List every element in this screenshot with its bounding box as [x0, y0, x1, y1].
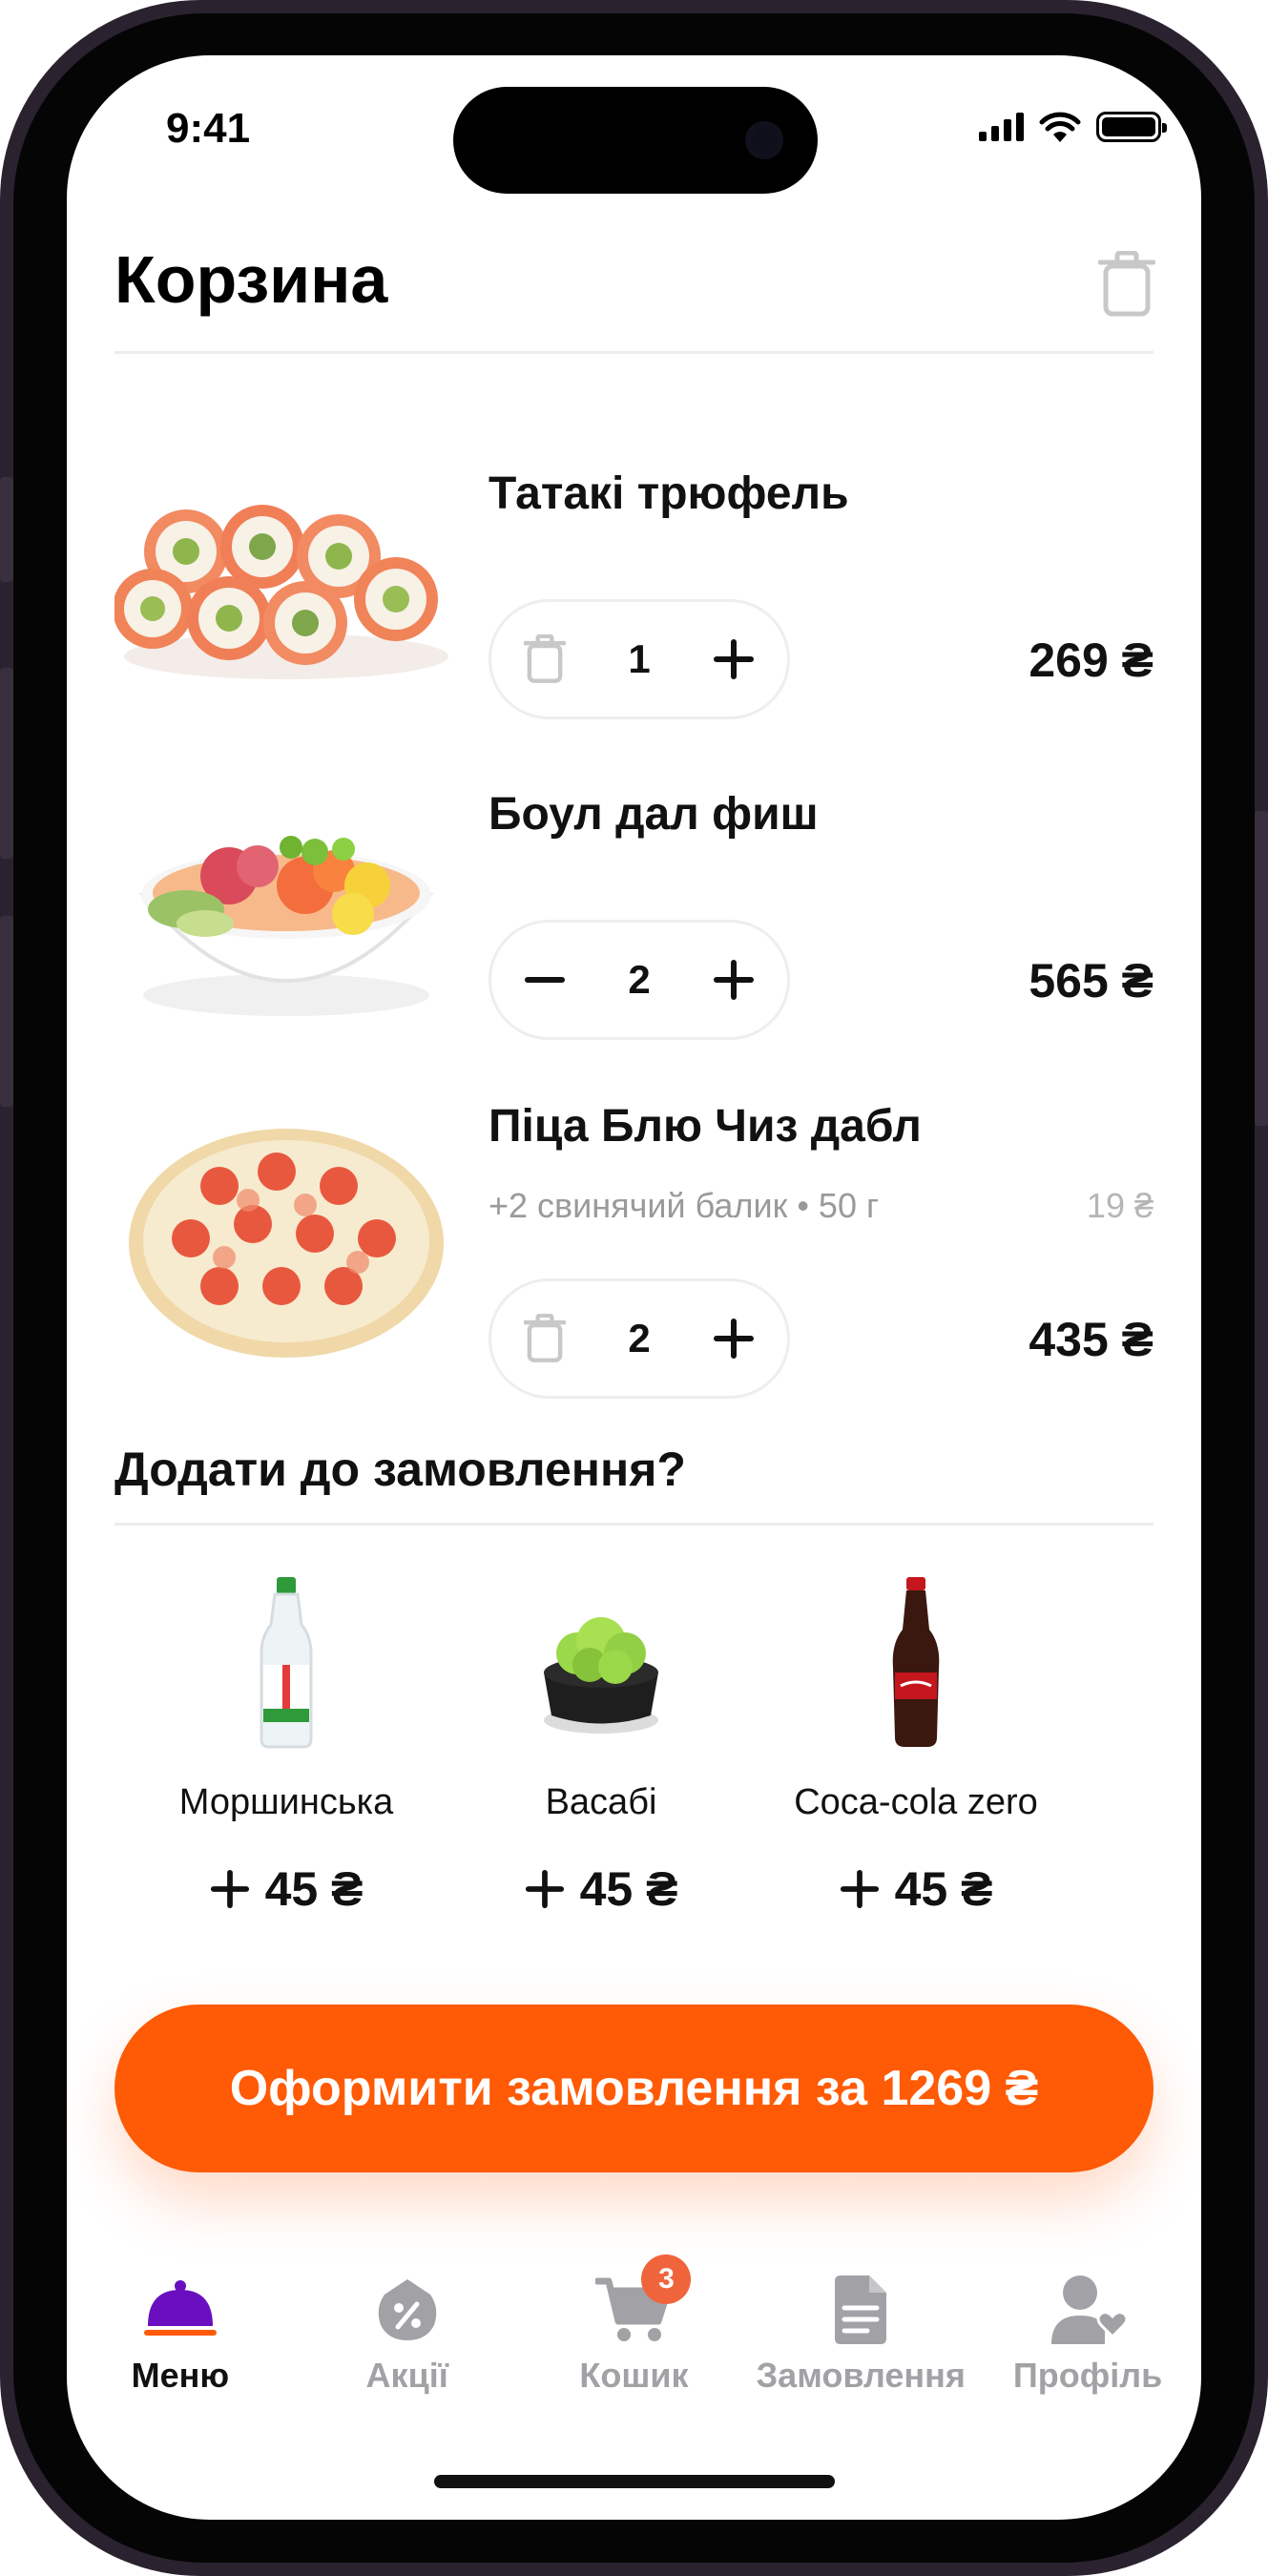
quantity-value: 1 [628, 636, 651, 681]
quantity-value: 2 [628, 957, 651, 1002]
add-addon-button[interactable]: 45 ₴ [153, 1861, 420, 1917]
decrease-quantity-button[interactable] [516, 951, 573, 1008]
item-name: Боул дал фиш [488, 789, 819, 840]
screen: 9:41 Корзина Татакі трюфель 1 269 ₴ Боул… [67, 55, 1201, 2520]
item-name: Татакі трюфель [488, 468, 849, 519]
cola-bottle-image [892, 1577, 940, 1747]
cloche-icon [142, 2272, 218, 2348]
plus-icon [713, 960, 754, 1000]
tab-menu[interactable]: Меню [71, 2254, 290, 2426]
trash-icon [524, 1314, 566, 1362]
tab-cart[interactable]: 3 Кошик [524, 2254, 743, 2426]
addons-divider [114, 1523, 1154, 1526]
pizza-image [129, 1129, 444, 1358]
plus-icon [713, 1319, 754, 1359]
wasabi-image [544, 1617, 658, 1734]
tab-label: Профіль [1012, 2356, 1163, 2395]
addon-price: 45 ₴ [579, 1862, 678, 1916]
tab-label: Акції [365, 2356, 448, 2395]
add-addon-button[interactable]: 45 ₴ [468, 1861, 735, 1917]
profile-icon [1050, 2272, 1127, 2348]
discount-icon [369, 2272, 446, 2348]
plus-icon [210, 1869, 249, 1909]
dynamic-island [453, 87, 818, 194]
status-time: 9:41 [166, 105, 251, 152]
trash-icon [524, 634, 566, 683]
signal-icon [979, 113, 1024, 141]
cart-icon: 3 [595, 2254, 692, 2348]
home-indicator [434, 2475, 835, 2488]
tab-label: Замовлення [756, 2356, 966, 2395]
water-bottle-image [260, 1577, 313, 1749]
quantity-stepper: 2 [488, 1278, 790, 1399]
camera-icon [745, 121, 783, 159]
tab-promotions[interactable]: Акції [298, 2254, 517, 2426]
item-price: 565 ₴ [1029, 954, 1154, 1008]
mute-switch [0, 477, 13, 582]
tab-label: Меню [131, 2356, 230, 2395]
wifi-icon [1039, 112, 1081, 142]
addon-item[interactable]: Coca-cola zero 45 ₴ [782, 1577, 1050, 1917]
bowl-image [138, 836, 434, 1016]
addon-name: Coca-cola zero [794, 1782, 1038, 1822]
quantity-stepper: 1 [488, 599, 790, 719]
minus-icon [525, 977, 565, 983]
quantity-stepper: 2 [488, 920, 790, 1040]
increase-quantity-button[interactable] [705, 951, 762, 1008]
remove-item-button[interactable] [516, 631, 573, 688]
checkout-button[interactable]: Оформити замовлення за 1269 ₴ [114, 2005, 1154, 2172]
tab-orders[interactable]: Замовлення [751, 2254, 970, 2426]
power-button [1255, 811, 1268, 1126]
tab-bar: Меню Акції 3 Кошик Замовлення Профіль [67, 2254, 1201, 2426]
status-icons [979, 111, 1167, 143]
roll-image [114, 505, 448, 679]
plus-icon [713, 639, 754, 679]
page-title: Корзина [114, 242, 388, 317]
increase-quantity-button[interactable] [705, 631, 762, 688]
add-addon-button[interactable]: 45 ₴ [782, 1861, 1050, 1917]
battery-icon [1096, 112, 1167, 142]
header-divider [114, 351, 1154, 354]
addons-title: Додати до замовлення? [114, 1443, 686, 1496]
item-price: 435 ₴ [1029, 1313, 1154, 1366]
volume-up-button [0, 668, 13, 859]
addon-name: Васабі [545, 1782, 657, 1822]
item-modifier: +2 свинячий балик • 50 г [488, 1186, 880, 1225]
remove-item-button[interactable] [516, 1310, 573, 1367]
addon-price: 45 ₴ [264, 1862, 364, 1916]
orders-icon [822, 2272, 899, 2348]
item-price: 269 ₴ [1029, 634, 1154, 687]
clear-cart-trash-icon[interactable] [1098, 251, 1155, 318]
tab-label: Кошик [579, 2356, 689, 2395]
increase-quantity-button[interactable] [705, 1310, 762, 1367]
addon-price: 45 ₴ [894, 1862, 993, 1916]
addon-item[interactable]: Васабі 45 ₴ [468, 1577, 735, 1917]
item-modifier-price: 19 ₴ [1086, 1186, 1154, 1225]
plus-icon [525, 1869, 564, 1909]
item-name: Піца Блю Чиз дабл [488, 1101, 922, 1152]
addon-name: Моршинська [178, 1782, 394, 1822]
quantity-value: 2 [628, 1316, 651, 1361]
addon-item[interactable]: Моршинська 45 ₴ [153, 1577, 420, 1917]
volume-down-button [0, 916, 13, 1107]
cart-badge: 3 [641, 2254, 692, 2304]
tab-profile[interactable]: Профіль [978, 2254, 1197, 2426]
plus-icon [840, 1869, 879, 1909]
